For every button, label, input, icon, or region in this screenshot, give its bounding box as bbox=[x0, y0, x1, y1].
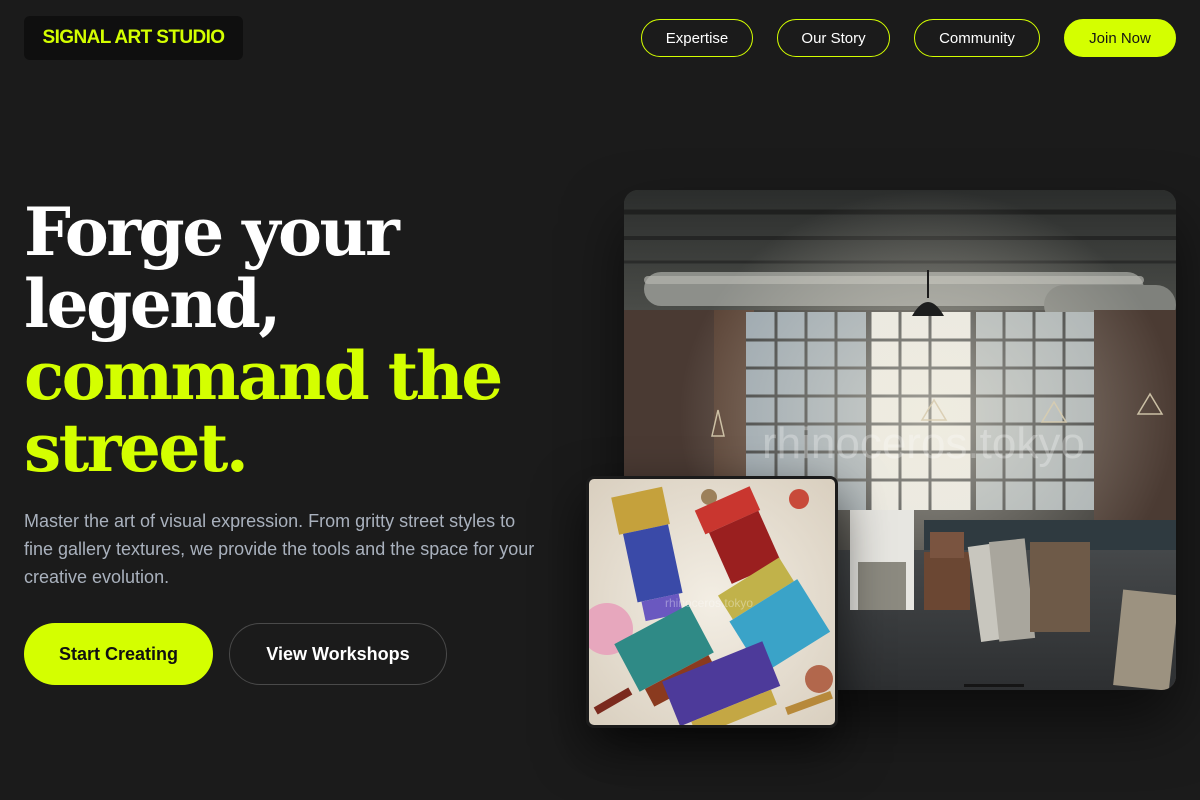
landing-page: SIGNAL ART STUDIO Expertise Our Story Co… bbox=[0, 0, 1200, 800]
hero-headline: Forge your legend, command the street. bbox=[24, 196, 584, 484]
start-creating-button[interactable]: Start Creating bbox=[24, 623, 213, 685]
studio-watermark: rhinoceros.tokyo bbox=[762, 419, 1085, 468]
headline-line-4: street. bbox=[24, 409, 249, 487]
headline-line-1: Forge your bbox=[24, 193, 400, 271]
paint-brushes-photo: rhinoceros.tokyo bbox=[586, 476, 838, 728]
headline-line-2: legend, bbox=[24, 265, 281, 343]
join-now-button[interactable]: Join Now bbox=[1064, 19, 1176, 57]
top-nav: Expertise Our Story Community Join Now bbox=[0, 19, 1200, 57]
nav-our-story-link[interactable]: Our Story bbox=[777, 19, 890, 57]
nav-community-link[interactable]: Community bbox=[914, 19, 1040, 57]
view-workshops-button[interactable]: View Workshops bbox=[229, 623, 447, 685]
brushes-illustration: rhinoceros.tokyo bbox=[589, 479, 835, 725]
hero-description: Master the art of visual expression. Fro… bbox=[24, 511, 535, 587]
nav-expertise-link[interactable]: Expertise bbox=[641, 19, 753, 57]
brushes-watermark: rhinoceros.tokyo bbox=[665, 596, 753, 610]
headline-line-3: command the bbox=[24, 337, 503, 415]
